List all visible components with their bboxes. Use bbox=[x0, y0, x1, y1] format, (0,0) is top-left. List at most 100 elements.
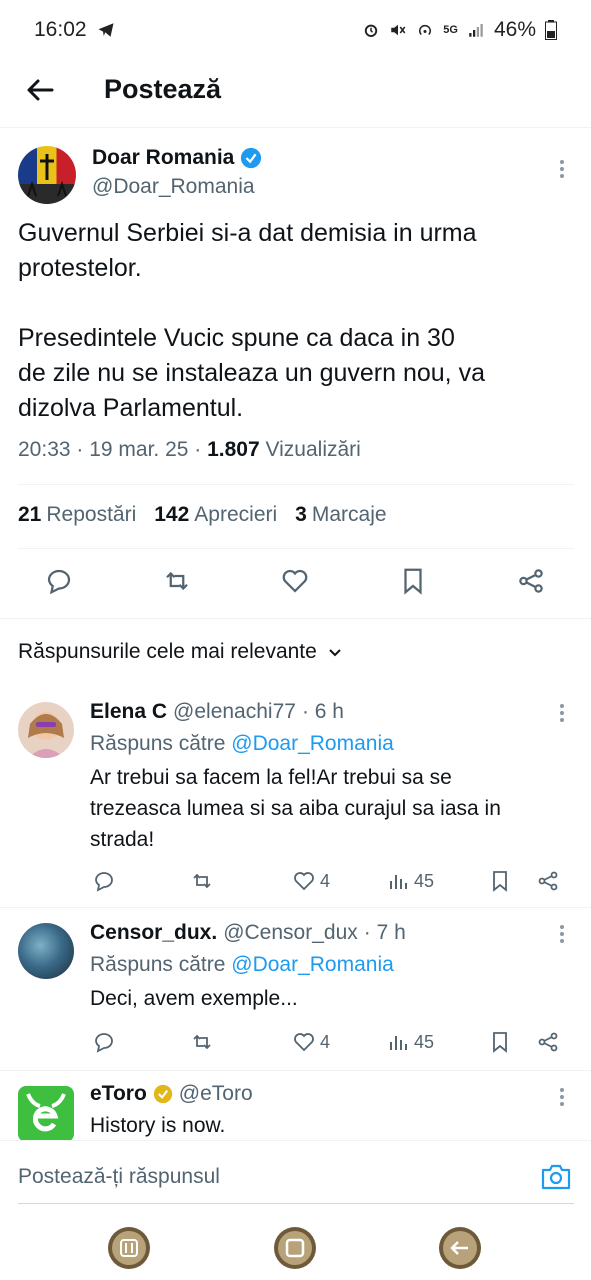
views-button[interactable]: 45 bbox=[388, 868, 434, 894]
reply-item[interactable]: Censor_dux. @Censor_dux · 7 h Răspuns că… bbox=[0, 909, 591, 1071]
reply-author-row: eToro @eToro bbox=[90, 1082, 253, 1106]
repost-icon bbox=[193, 873, 211, 889]
verified-badge-icon bbox=[241, 147, 262, 169]
reply-author-row: Censor_dux. @Censor_dux · 7 h bbox=[90, 921, 406, 945]
reply-item[interactable]: eToro @eToro History is now. bbox=[0, 1072, 591, 1140]
home-icon[interactable] bbox=[273, 1226, 317, 1270]
replies-sort[interactable]: Răspunsurile cele mai relevante bbox=[18, 640, 343, 664]
status-time: 16:02 bbox=[34, 18, 87, 41]
reply-author-handle[interactable]: @elenachi77 bbox=[173, 700, 296, 724]
views-count: 45 bbox=[414, 1031, 435, 1052]
avatar-person-icon bbox=[28, 712, 64, 758]
reply-author-row: Elena C @elenachi77 · 6 h bbox=[90, 700, 344, 724]
repost-icon bbox=[193, 1034, 211, 1050]
reply-composer: Postează-ți răspunsul bbox=[0, 1140, 591, 1216]
views-button[interactable]: 45 bbox=[388, 1029, 434, 1055]
reply-button[interactable] bbox=[92, 868, 116, 894]
network-type: 5G bbox=[443, 24, 458, 36]
divider bbox=[18, 548, 574, 549]
reply-author-name[interactable]: Censor_dux. bbox=[90, 921, 217, 945]
share-button[interactable] bbox=[536, 1029, 560, 1055]
status-icons: 5G 46% bbox=[362, 18, 557, 42]
sort-label: Răspunsurile cele mai relevante bbox=[18, 640, 317, 663]
bookmark-icon[interactable] bbox=[398, 566, 428, 596]
like-button[interactable]: 4 bbox=[292, 1029, 330, 1055]
share-icon[interactable] bbox=[516, 566, 546, 596]
back-arrow-icon[interactable] bbox=[24, 74, 56, 106]
hotspot-icon bbox=[419, 24, 432, 36]
likes-stat[interactable]: 142 Aprecieri bbox=[154, 503, 277, 527]
reply-icon[interactable] bbox=[44, 566, 74, 596]
reply-to-link[interactable]: @Doar_Romania bbox=[231, 732, 394, 755]
status-bar: 16:02 5G 46% bbox=[0, 0, 591, 60]
reply-time: · 6 h bbox=[301, 700, 344, 723]
reply-author-handle[interactable]: @Censor_dux bbox=[223, 921, 358, 945]
page-title: Postează bbox=[104, 74, 222, 104]
verified-gold-badge-icon bbox=[153, 1084, 172, 1104]
views-count: 45 bbox=[414, 870, 435, 891]
alarm-icon bbox=[365, 24, 378, 37]
top-bar: Postează bbox=[0, 60, 591, 128]
etoro-logo-icon bbox=[26, 1093, 66, 1132]
divider bbox=[18, 484, 574, 485]
like-icon bbox=[294, 872, 314, 891]
likes-label: Aprecieri bbox=[194, 503, 278, 526]
reply-to: Răspuns către @Doar_Romania bbox=[90, 732, 394, 756]
bookmark-icon bbox=[493, 871, 507, 892]
reply-author-name[interactable]: eToro bbox=[90, 1082, 147, 1106]
reply-avatar[interactable] bbox=[18, 702, 74, 758]
like-count: 4 bbox=[320, 1031, 331, 1052]
author-avatar[interactable] bbox=[18, 146, 76, 204]
reply-item[interactable]: Elena C @elenachi77 · 6 h Răspuns către … bbox=[0, 688, 591, 908]
status-time-group: 16:02 bbox=[34, 18, 115, 42]
section-divider bbox=[0, 618, 591, 619]
author-name-row[interactable]: Doar Romania bbox=[92, 146, 262, 170]
repost-button[interactable] bbox=[190, 1029, 214, 1055]
bookmark-button[interactable] bbox=[488, 1029, 512, 1055]
telegram-icon bbox=[98, 23, 114, 37]
reply-author-handle[interactable]: @eToro bbox=[179, 1082, 253, 1106]
share-icon bbox=[538, 871, 558, 891]
reply-text: Deci, avem exemple... bbox=[90, 987, 298, 1010]
reply-button[interactable] bbox=[92, 1029, 116, 1055]
reply-to-label: Răspuns către bbox=[90, 953, 232, 976]
views-count: 1.807 bbox=[207, 438, 260, 461]
recent-apps-icon[interactable] bbox=[107, 1226, 151, 1270]
like-button[interactable]: 4 bbox=[292, 868, 330, 894]
reply-input[interactable]: Postează-ți răspunsul bbox=[18, 1165, 220, 1189]
battery-percent: 46% bbox=[493, 18, 536, 41]
repost-button[interactable] bbox=[190, 868, 214, 894]
system-nav-bar bbox=[0, 1216, 591, 1280]
post-actions bbox=[0, 566, 591, 606]
share-button[interactable] bbox=[536, 868, 560, 894]
reply-to-link[interactable]: @Doar_Romania bbox=[231, 953, 394, 976]
bookmarks-stat[interactable]: 3 Marcaje bbox=[295, 503, 386, 527]
reply-time: · 7 h bbox=[363, 921, 406, 944]
reposts-stat[interactable]: 21 Repostări bbox=[18, 503, 136, 527]
post-meta: 20:33 · 19 mar. 25 · 1.807 Vizualizări bbox=[18, 438, 361, 462]
author-name[interactable]: Doar Romania bbox=[92, 146, 234, 170]
reply-icon bbox=[95, 872, 113, 892]
mute-icon bbox=[391, 24, 406, 36]
reply-to-label: Răspuns către bbox=[90, 732, 232, 755]
more-options-icon[interactable] bbox=[558, 925, 566, 947]
reply-to: Răspuns către @Doar_Romania bbox=[90, 953, 394, 977]
camera-icon[interactable] bbox=[540, 1163, 572, 1191]
back-nav-icon[interactable] bbox=[438, 1226, 482, 1270]
more-options-icon[interactable] bbox=[558, 160, 566, 182]
reply-author-name[interactable]: Elena C bbox=[90, 700, 167, 724]
reply-text: Ar trebui sa facem la fel!Ar trebui sa s… bbox=[90, 766, 501, 851]
signal-icon bbox=[469, 24, 483, 37]
avatar-cross-icon bbox=[18, 154, 76, 204]
more-options-icon[interactable] bbox=[558, 704, 566, 726]
repost-icon[interactable] bbox=[162, 566, 192, 596]
share-icon bbox=[538, 1032, 558, 1052]
etoro-logo[interactable] bbox=[18, 1086, 74, 1140]
reply-avatar[interactable] bbox=[18, 923, 74, 979]
more-options-icon[interactable] bbox=[558, 1088, 566, 1110]
bookmark-button[interactable] bbox=[488, 868, 512, 894]
author-handle[interactable]: @Doar_Romania bbox=[92, 175, 255, 199]
like-icon[interactable] bbox=[280, 566, 310, 596]
post-timestamp[interactable]: 20:33 · 19 mar. 25 · bbox=[18, 438, 207, 461]
reposts-count: 21 bbox=[18, 503, 42, 526]
